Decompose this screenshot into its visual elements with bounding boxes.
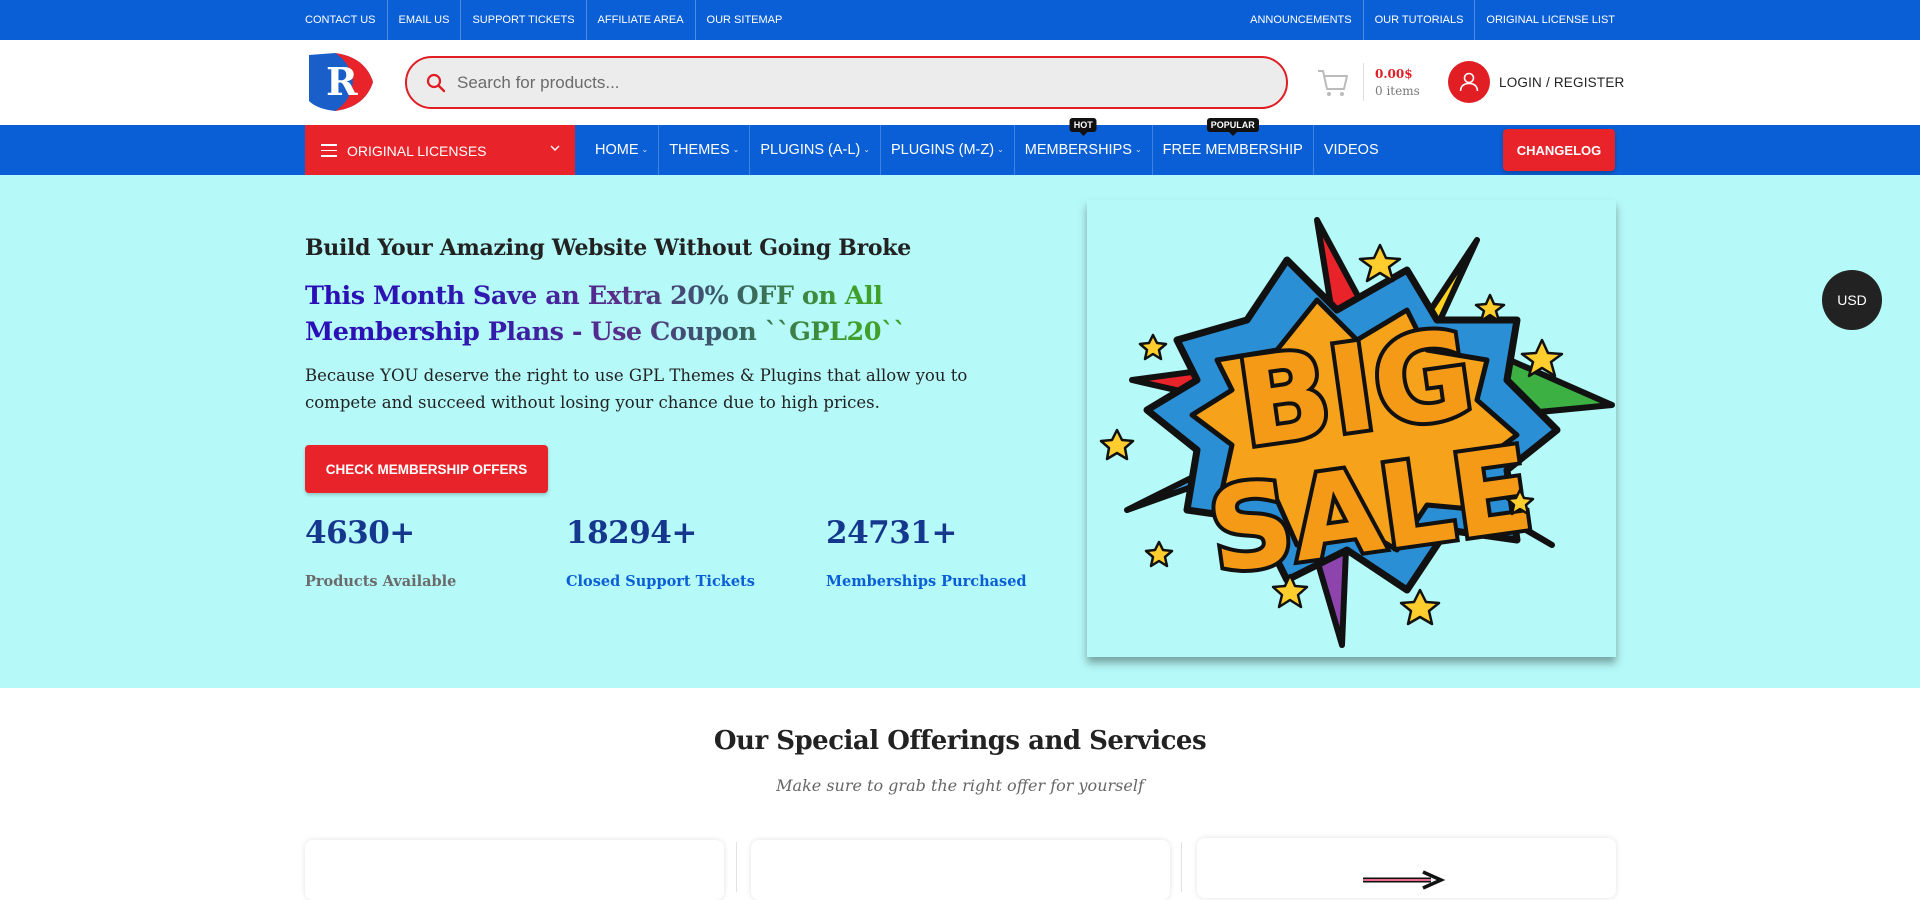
chevron-down-icon: ⌄: [863, 145, 870, 154]
cart-items-count: 0 items: [1375, 83, 1420, 98]
hero-description: Because YOU deserve the right to use GPL…: [305, 366, 968, 412]
announcements-link[interactable]: ANNOUNCEMENTS: [1239, 0, 1364, 40]
tutorials-link[interactable]: OUR TUTORIALS: [1364, 0, 1476, 40]
header: R 0.00$ 0 items LOGIN / REGISTER: [0, 40, 1920, 125]
nav-label: HOME: [595, 142, 639, 158]
divider: [736, 842, 737, 892]
offerings-subtitle: Make sure to grab the right offer for yo…: [776, 776, 1144, 795]
stat-value: 24731+: [826, 515, 957, 551]
nav-label: PLUGINS (M-Z): [890, 142, 995, 158]
category-menu-button[interactable]: ORIGINAL LICENSES: [305, 125, 575, 176]
svg-text:R: R: [326, 59, 358, 104]
stat-value: 4630+: [305, 515, 415, 551]
hamburger-icon: [321, 144, 337, 157]
nav-item-free-membership[interactable]: POPULAR FREE MEMBERSHIP: [1153, 118, 1314, 175]
license-list-link[interactable]: ORIGINAL LICENSE LIST: [1475, 0, 1615, 40]
search-bar[interactable]: [405, 56, 1288, 109]
login-label: LOGIN / REGISTER: [1499, 74, 1625, 90]
hero-section: Build Your Amazing Website Without Going…: [0, 175, 1920, 688]
cart-amount: 0.00$: [1375, 66, 1413, 81]
nav-label: THEMES: [669, 142, 730, 158]
top-links-right: ANNOUNCEMENTS OUR TUTORIALS ORIGINAL LIC…: [1239, 0, 1615, 40]
sitemap-link[interactable]: OUR SITEMAP: [696, 0, 794, 40]
affiliate-area-link[interactable]: AFFILIATE AREA: [587, 0, 696, 40]
offering-card[interactable]: [305, 840, 724, 900]
popular-badge: POPULAR: [1206, 118, 1259, 136]
stat-label: Closed Support Tickets: [566, 573, 755, 590]
cart-widget[interactable]: 0.00$ 0 items: [1316, 62, 1436, 102]
changelog-button[interactable]: CHANGELOG: [1503, 129, 1615, 171]
hero-title: This Month Save an Extra 20% OFF on All …: [305, 278, 995, 350]
big-sale-image: BIG SALE: [1087, 200, 1616, 657]
chevron-down-icon: ⌄: [997, 145, 1004, 154]
stat-value: 18294+: [566, 515, 697, 551]
stat-products: 4630+ Products Available: [305, 515, 456, 590]
hot-badge: HOT: [1069, 118, 1097, 136]
menu-items: HOME ⌄ THEMES ⌄ PLUGINS (A-L) ⌄ PLUGINS (M-…: [585, 118, 1389, 175]
user-icon: [1448, 61, 1490, 103]
chevron-down-icon: ⌄: [1134, 145, 1142, 154]
login-register-button[interactable]: LOGIN / REGISTER: [1448, 61, 1624, 103]
divider: [1181, 842, 1182, 892]
offerings-title: Our Special Offerings and Services: [713, 726, 1207, 756]
search-icon: [426, 73, 446, 92]
offering-card[interactable]: [751, 840, 1170, 900]
site-logo[interactable]: R: [305, 51, 375, 113]
check-membership-button[interactable]: CHECK MEMBERSHIP OFFERS: [305, 445, 548, 493]
category-label: ORIGINAL LICENSES: [347, 142, 487, 159]
support-tickets-link[interactable]: SUPPORT TICKETS: [461, 0, 587, 40]
nav-item-videos[interactable]: VIDEOS: [1314, 125, 1389, 175]
nav-label: VIDEOS: [1323, 142, 1379, 158]
search-input[interactable]: [457, 72, 1257, 93]
nav-label: PLUGINS (A-L): [760, 142, 861, 158]
chevron-down-icon: [550, 145, 560, 151]
arrow-icon: [1363, 870, 1446, 890]
stat-label: Memberships Purchased: [826, 573, 1027, 590]
stat-support-tickets: 18294+ Closed Support Tickets: [566, 515, 755, 590]
nav-item-home[interactable]: HOME ⌄: [585, 125, 660, 175]
chevron-down-icon: ⌄: [641, 145, 649, 154]
hero-subtitle: Build Your Amazing Website Without Going…: [305, 235, 911, 261]
main-nav: ORIGINAL LICENSES HOME ⌄ THEMES ⌄ PLUGINS …: [0, 118, 1920, 176]
top-bar: CONTACT US EMAIL US SUPPORT TICKETS AFFI…: [0, 0, 1920, 40]
stat-memberships: 24731+ Memberships Purchased: [826, 515, 1027, 590]
currency-switcher[interactable]: USD: [1822, 270, 1882, 330]
offering-card[interactable]: [1197, 838, 1616, 898]
nav-item-plugins-a-l[interactable]: PLUGINS (A-L) ⌄: [750, 125, 881, 175]
chevron-down-icon: ⌄: [732, 145, 740, 154]
top-links-left: CONTACT US EMAIL US SUPPORT TICKETS AFFI…: [305, 0, 793, 40]
email-us-link[interactable]: EMAIL US: [388, 0, 462, 40]
nav-item-memberships[interactable]: HOT MEMBERSHIPS ⌄: [1015, 118, 1153, 175]
contact-us-link[interactable]: CONTACT US: [305, 0, 388, 40]
cart-icon: [1318, 70, 1348, 96]
nav-item-themes[interactable]: THEMES ⌄: [659, 125, 751, 175]
stat-label: Products Available: [305, 573, 457, 590]
nav-item-plugins-m-z[interactable]: PLUGINS (M-Z) ⌄: [881, 125, 1015, 175]
